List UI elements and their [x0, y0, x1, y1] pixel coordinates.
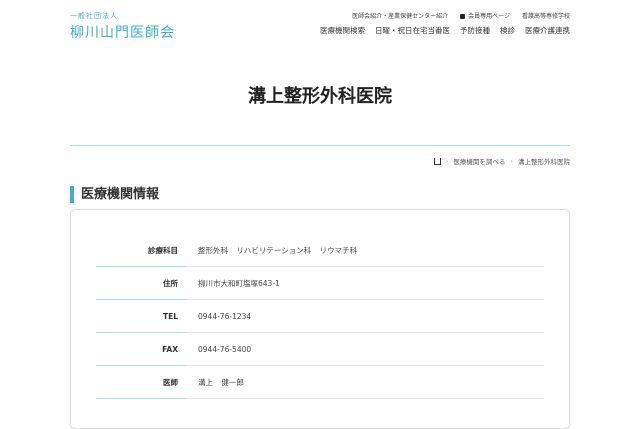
row-label: TEL [162, 311, 178, 321]
nav-item-checkup[interactable]: 検診 [500, 25, 515, 36]
logo-subtitle: 一般社団法人 [70, 12, 118, 20]
nav-item-vaccination[interactable]: 予防接種 [460, 25, 490, 36]
util-link-about[interactable]: 医師会紹介・産業保健センター紹介 [352, 11, 448, 20]
row-label: 診療科目 [148, 245, 178, 255]
home-icon[interactable] [433, 157, 441, 165]
info-row: FAX 0944-76-5400 [96, 333, 544, 366]
row-value: 柳川市大和町塩塚643-1 [198, 278, 280, 288]
info-card: 診療科目 整形外科 リハビリテーション科 リウマチ科 住所 柳川市大和町塩塚643-… [70, 209, 570, 429]
nav-item-care[interactable]: 医療介護連携 [525, 25, 570, 36]
util-link-members-label: 会員専用ページ [468, 13, 510, 20]
info-row: TEL 0944-76-1234 [96, 300, 544, 333]
util-link-members[interactable]: 会員専用ページ [460, 11, 510, 20]
page-title: 溝上整形外科医院 [248, 86, 392, 107]
section-title: 医療機関情報 [70, 186, 159, 203]
breadcrumb-current: 溝上整形外科医院 [518, 158, 570, 166]
nav-item-search[interactable]: 医療機関検索 [320, 25, 365, 36]
lock-icon [460, 14, 466, 19]
row-label: 医師 [163, 377, 178, 387]
site-logo[interactable]: 一般社団法人 柳川山門医師会 [70, 11, 175, 42]
row-value: 溝上 健一郎 [198, 377, 244, 387]
info-row: 住所 柳川市大和町塩塚643-1 [96, 267, 544, 300]
divider [70, 145, 570, 146]
main-nav: 医療機関検索 日曜・祝日在宅当番医 予防接種 検診 医療介護連携 [320, 25, 570, 36]
row-value: 整形外科 リハビリテーション科 リウマチ科 [198, 245, 358, 255]
breadcrumb-separator: › [510, 157, 513, 165]
breadcrumb: › 医療機関を調べる › 溝上整形外科医院 [433, 156, 570, 166]
row-label: 住所 [163, 278, 178, 288]
info-row: 診療科目 整形外科 リハビリテーション科 リウマチ科 [96, 234, 544, 267]
logo-title: 柳川山門医師会 [70, 25, 175, 41]
row-value: 0944-76-5400 [198, 344, 252, 354]
nav-item-holiday[interactable]: 日曜・祝日在宅当番医 [375, 25, 450, 36]
breadcrumb-item[interactable]: 医療機関を調べる [453, 156, 505, 166]
row-value: 0944-76-1234 [198, 311, 252, 321]
info-row: 医師 溝上 健一郎 [96, 366, 544, 399]
breadcrumb-separator: › [445, 157, 449, 165]
utility-nav: 医師会紹介・産業保健センター紹介 会員専用ページ 看護高等専修学校 [352, 11, 570, 20]
row-label: FAX [162, 344, 178, 354]
util-link-school[interactable]: 看護高等専修学校 [522, 11, 570, 20]
